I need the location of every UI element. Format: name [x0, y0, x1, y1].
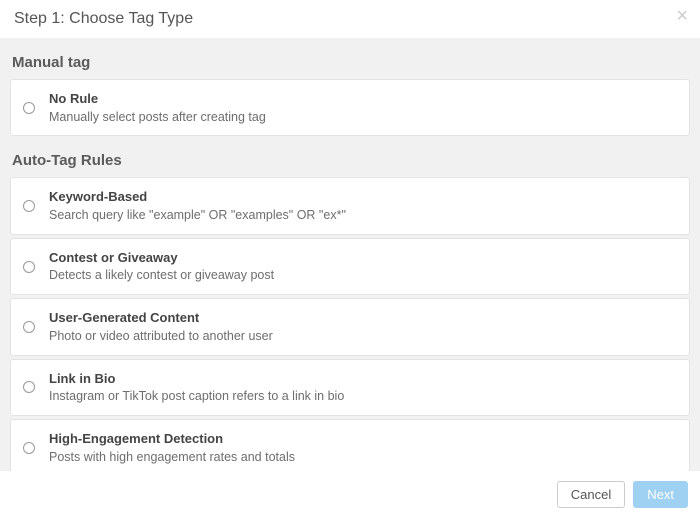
modal: Step 1: Choose Tag Type × Manual tag No …	[0, 0, 700, 518]
modal-body: Manual tag No Rule Manually select posts…	[0, 38, 700, 471]
option-text: High-Engagement Detection Posts with hig…	[49, 430, 295, 465]
radio-icon[interactable]	[23, 200, 35, 212]
radio-icon[interactable]	[23, 381, 35, 393]
option-title: Contest or Giveaway	[49, 249, 274, 267]
section-manual: Manual tag No Rule Manually select posts…	[10, 48, 690, 136]
option-title: User-Generated Content	[49, 309, 273, 327]
option-high-engagement[interactable]: High-Engagement Detection Posts with hig…	[10, 419, 690, 471]
next-button[interactable]: Next	[633, 481, 688, 508]
option-title: Link in Bio	[49, 370, 344, 388]
inner-body: Manual tag No Rule Manually select posts…	[0, 38, 700, 471]
option-desc: Photo or video attributed to another use…	[49, 328, 273, 345]
option-text: Contest or Giveaway Detects a likely con…	[49, 249, 274, 284]
section-title-manual: Manual tag	[10, 48, 690, 79]
option-desc: Manually select posts after creating tag	[49, 109, 266, 126]
modal-footer: Cancel Next	[0, 471, 700, 518]
option-keyword-based[interactable]: Keyword-Based Search query like "example…	[10, 177, 690, 234]
option-text: User-Generated Content Photo or video at…	[49, 309, 273, 344]
option-title: Keyword-Based	[49, 188, 346, 206]
modal-title: Step 1: Choose Tag Type	[14, 10, 686, 28]
option-text: Keyword-Based Search query like "example…	[49, 188, 346, 223]
option-desc: Detects a likely contest or giveaway pos…	[49, 267, 274, 284]
close-icon[interactable]: ×	[676, 6, 688, 26]
option-text: Link in Bio Instagram or TikTok post cap…	[49, 370, 344, 405]
radio-icon[interactable]	[23, 321, 35, 333]
section-auto: Auto-Tag Rules Keyword-Based Search quer…	[10, 146, 690, 471]
option-title: No Rule	[49, 90, 266, 108]
radio-icon[interactable]	[23, 102, 35, 114]
option-title: High-Engagement Detection	[49, 430, 295, 448]
option-text: No Rule Manually select posts after crea…	[49, 90, 266, 125]
option-desc: Posts with high engagement rates and tot…	[49, 449, 295, 466]
option-desc: Instagram or TikTok post caption refers …	[49, 388, 344, 405]
radio-icon[interactable]	[23, 442, 35, 454]
section-title-auto: Auto-Tag Rules	[10, 146, 690, 177]
option-link-in-bio[interactable]: Link in Bio Instagram or TikTok post cap…	[10, 359, 690, 416]
cancel-button[interactable]: Cancel	[557, 481, 625, 508]
modal-header: Step 1: Choose Tag Type ×	[0, 0, 700, 38]
option-user-generated[interactable]: User-Generated Content Photo or video at…	[10, 298, 690, 355]
option-no-rule[interactable]: No Rule Manually select posts after crea…	[10, 79, 690, 136]
option-desc: Search query like "example" OR "examples…	[49, 207, 346, 224]
radio-icon[interactable]	[23, 261, 35, 273]
option-contest-giveaway[interactable]: Contest or Giveaway Detects a likely con…	[10, 238, 690, 295]
